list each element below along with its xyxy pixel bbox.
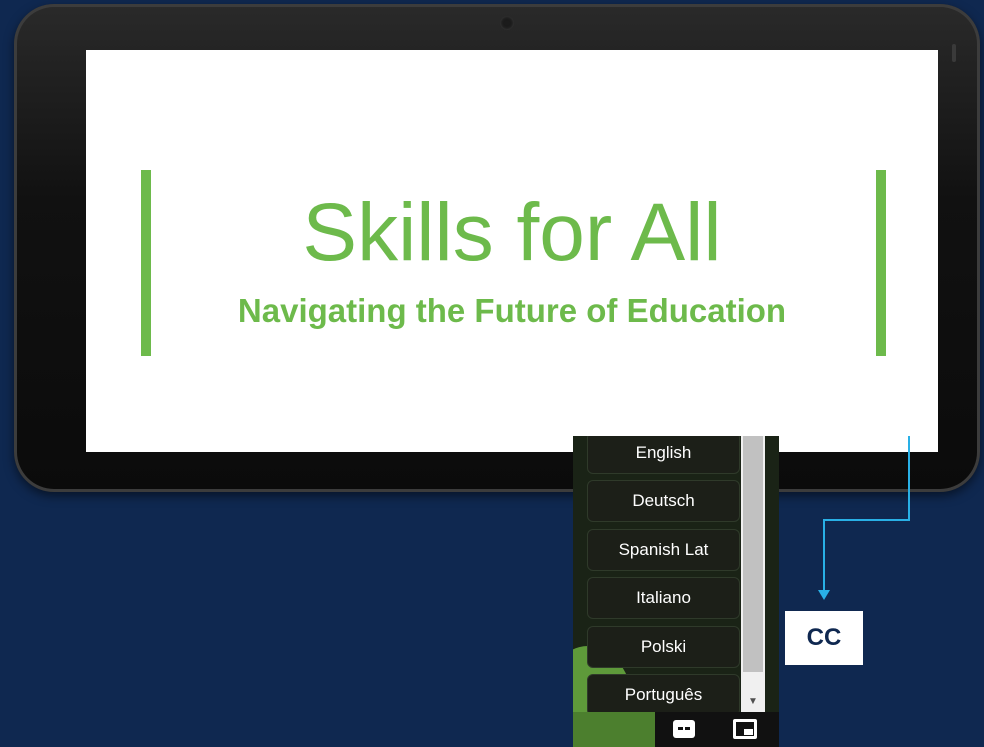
closed-captions-icon[interactable] xyxy=(673,720,695,738)
language-list-scrollbar[interactable]: ▼ xyxy=(741,436,765,712)
camera-icon xyxy=(500,16,514,30)
connector-line xyxy=(908,436,910,521)
scrollbar-thumb[interactable] xyxy=(743,436,763,672)
language-option-portugues[interactable]: Português xyxy=(587,674,740,712)
connector-line xyxy=(823,519,910,521)
cc-callout-label: CC xyxy=(785,611,863,665)
language-option-english[interactable]: English xyxy=(587,436,740,474)
caption-language-menu: English Deutsch Spanish Lat Italiano Pol… xyxy=(573,436,779,747)
language-option-polski[interactable]: Polski xyxy=(587,626,740,668)
video-background xyxy=(573,712,655,747)
arrow-down-icon xyxy=(818,590,830,600)
scroll-down-arrow-icon[interactable]: ▼ xyxy=(741,690,765,712)
connector-line xyxy=(823,519,825,592)
tablet-frame: Skills for All Navigating the Future of … xyxy=(14,4,980,492)
slide-subtitle: Navigating the Future of Education xyxy=(237,292,787,329)
video-control-bar xyxy=(573,712,779,747)
language-option-italiano[interactable]: Italiano xyxy=(587,577,740,619)
right-bracket xyxy=(876,170,886,356)
language-option-spanish-lat[interactable]: Spanish Lat xyxy=(587,529,740,571)
tablet-side-button xyxy=(952,44,956,62)
language-list: English Deutsch Spanish Lat Italiano Pol… xyxy=(573,436,741,712)
picture-in-picture-icon[interactable] xyxy=(733,719,757,739)
slide-title: Skills for All xyxy=(302,187,722,278)
video-screen[interactable]: Skills for All Navigating the Future of … xyxy=(86,50,938,452)
language-option-deutsch[interactable]: Deutsch xyxy=(587,480,740,522)
